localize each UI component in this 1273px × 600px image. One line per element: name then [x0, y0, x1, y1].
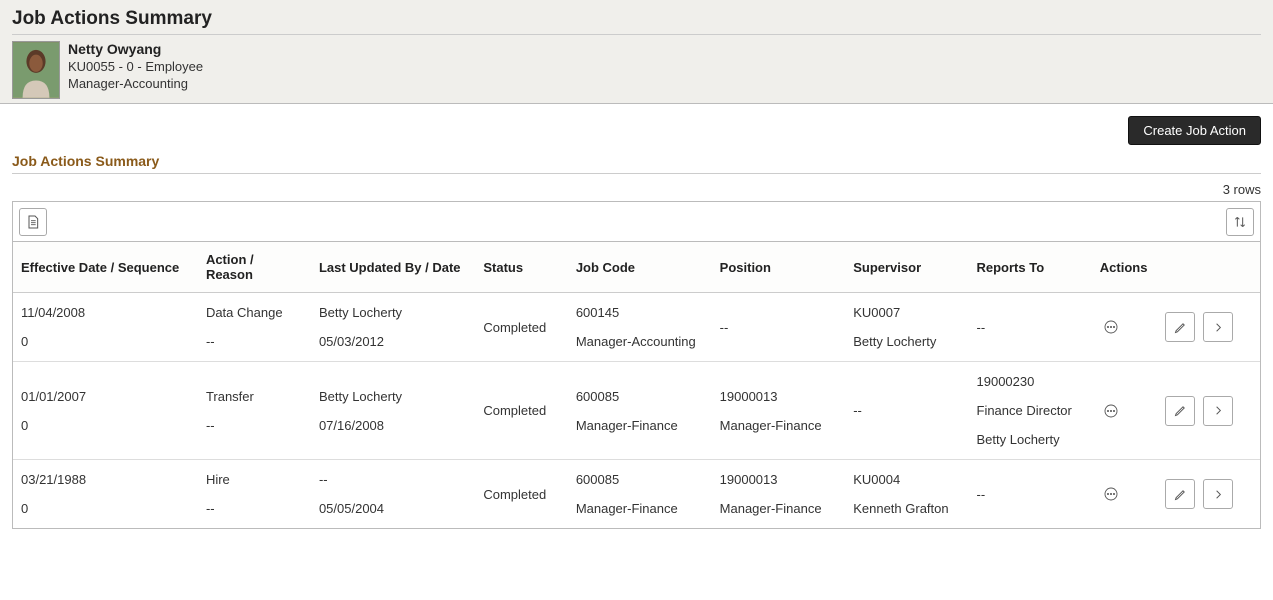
- col-supervisor[interactable]: Supervisor: [845, 242, 968, 293]
- employee-info: Netty Owyang KU0055 - 0 - Employee Manag…: [68, 41, 203, 91]
- cell-value: --: [206, 418, 303, 433]
- cell-value: Data Change: [206, 305, 303, 320]
- cell-value: --: [206, 334, 303, 349]
- section-title: Job Actions Summary: [12, 153, 1261, 174]
- cell-value: 07/16/2008: [319, 418, 467, 433]
- more-actions-icon[interactable]: [1100, 483, 1122, 505]
- status-cell: Completed: [475, 362, 567, 460]
- cell-value: Betty Locherty: [319, 305, 467, 320]
- header-divider: [12, 34, 1261, 35]
- col-action-reason[interactable]: Action / Reason: [198, 242, 311, 293]
- chevron-right-icon: [1211, 487, 1226, 502]
- cell-value: 600145: [576, 305, 704, 320]
- cell-value: Betty Locherty: [977, 432, 1084, 447]
- cell-value: Kenneth Grafton: [853, 501, 960, 516]
- create-job-action-button[interactable]: Create Job Action: [1128, 116, 1261, 145]
- cell-value: Manager-Finance: [720, 418, 838, 433]
- cell-value: KU0004: [853, 472, 960, 487]
- col-job-code[interactable]: Job Code: [568, 242, 712, 293]
- edit-button[interactable]: [1165, 479, 1195, 509]
- sort-icon-button[interactable]: [1226, 208, 1254, 236]
- col-rowactions: [1157, 242, 1260, 293]
- cell-value: Manager-Finance: [576, 418, 704, 433]
- edit-button[interactable]: [1165, 312, 1195, 342]
- chevron-right-icon: [1211, 320, 1226, 335]
- cell-value: 0: [21, 501, 190, 516]
- col-last-updated[interactable]: Last Updated By / Date: [311, 242, 475, 293]
- cell-value: 03/21/1988: [21, 472, 190, 487]
- pencil-icon: [1173, 487, 1188, 502]
- table-header-row: Effective Date / Sequence Action / Reaso…: [13, 242, 1260, 293]
- job-actions-table: Effective Date / Sequence Action / Reaso…: [13, 242, 1260, 528]
- employee-block: Netty Owyang KU0055 - 0 - Employee Manag…: [12, 41, 1261, 99]
- page-header: Job Actions Summary Netty Owyang KU0055 …: [0, 0, 1273, 104]
- status-cell: Completed: [475, 293, 567, 362]
- cell-value: Manager-Finance: [720, 501, 838, 516]
- table-row: 11/04/2008 0 Data Change -- Betty Locherty 05…: [13, 293, 1260, 362]
- cell-value: --: [206, 501, 303, 516]
- cell-value: 600085: [576, 472, 704, 487]
- pencil-icon: [1173, 320, 1188, 335]
- detail-button[interactable]: [1203, 396, 1233, 426]
- cell-value: Betty Locherty: [853, 334, 960, 349]
- col-effdate-seq[interactable]: Effective Date / Sequence: [13, 242, 198, 293]
- cell-value: Manager-Accounting: [576, 334, 704, 349]
- employee-role: Manager-Accounting: [68, 76, 203, 91]
- cell-value: --: [977, 320, 1084, 335]
- cell-value: KU0007: [853, 305, 960, 320]
- cell-value: 05/03/2012: [319, 334, 467, 349]
- cell-value: 19000013: [720, 472, 838, 487]
- document-icon: [25, 214, 41, 230]
- employee-id-line: KU0055 - 0 - Employee: [68, 59, 203, 74]
- cell-value: 11/04/2008: [21, 305, 190, 320]
- cell-value: Transfer: [206, 389, 303, 404]
- cell-value: 19000013: [720, 389, 838, 404]
- avatar: [12, 41, 60, 99]
- cell-value: --: [853, 403, 960, 418]
- col-status[interactable]: Status: [475, 242, 567, 293]
- action-bar: Create Job Action: [12, 104, 1261, 153]
- detail-button[interactable]: [1203, 312, 1233, 342]
- col-position[interactable]: Position: [712, 242, 846, 293]
- cell-value: 600085: [576, 389, 704, 404]
- cell-value: 0: [21, 418, 190, 433]
- content-area: Create Job Action Job Actions Summary 3 …: [0, 104, 1273, 529]
- cell-value: 0: [21, 334, 190, 349]
- page-title: Job Actions Summary: [12, 8, 1261, 30]
- pencil-icon: [1173, 403, 1188, 418]
- col-actions[interactable]: Actions: [1092, 242, 1157, 293]
- cell-value: Hire: [206, 472, 303, 487]
- cell-value: 05/05/2004: [319, 501, 467, 516]
- cell-value: --: [720, 320, 838, 335]
- cell-value: Manager-Finance: [576, 501, 704, 516]
- employee-name: Netty Owyang: [68, 41, 203, 57]
- grid-toolbar: [13, 202, 1260, 242]
- cell-value: --: [319, 472, 467, 487]
- col-reports-to[interactable]: Reports To: [969, 242, 1092, 293]
- cell-value: 01/01/2007: [21, 389, 190, 404]
- sort-icon: [1232, 214, 1248, 230]
- cell-value: Betty Locherty: [319, 389, 467, 404]
- table-row: 01/01/2007 0 Transfer -- Betty Locherty 07/16…: [13, 362, 1260, 460]
- more-actions-icon[interactable]: [1100, 316, 1122, 338]
- detail-button[interactable]: [1203, 479, 1233, 509]
- document-icon-button[interactable]: [19, 208, 47, 236]
- more-actions-icon[interactable]: [1100, 400, 1122, 422]
- edit-button[interactable]: [1165, 396, 1195, 426]
- table-row: 03/21/1988 0 Hire -- -- 05/05/2004 Completed 60…: [13, 460, 1260, 529]
- cell-value: --: [977, 487, 1084, 502]
- chevron-right-icon: [1211, 403, 1226, 418]
- status-cell: Completed: [475, 460, 567, 529]
- row-count-label: 3 rows: [12, 182, 1261, 197]
- grid-wrapper: Effective Date / Sequence Action / Reaso…: [12, 201, 1261, 529]
- cell-value: 19000230: [977, 374, 1084, 389]
- cell-value: Finance Director: [977, 403, 1084, 418]
